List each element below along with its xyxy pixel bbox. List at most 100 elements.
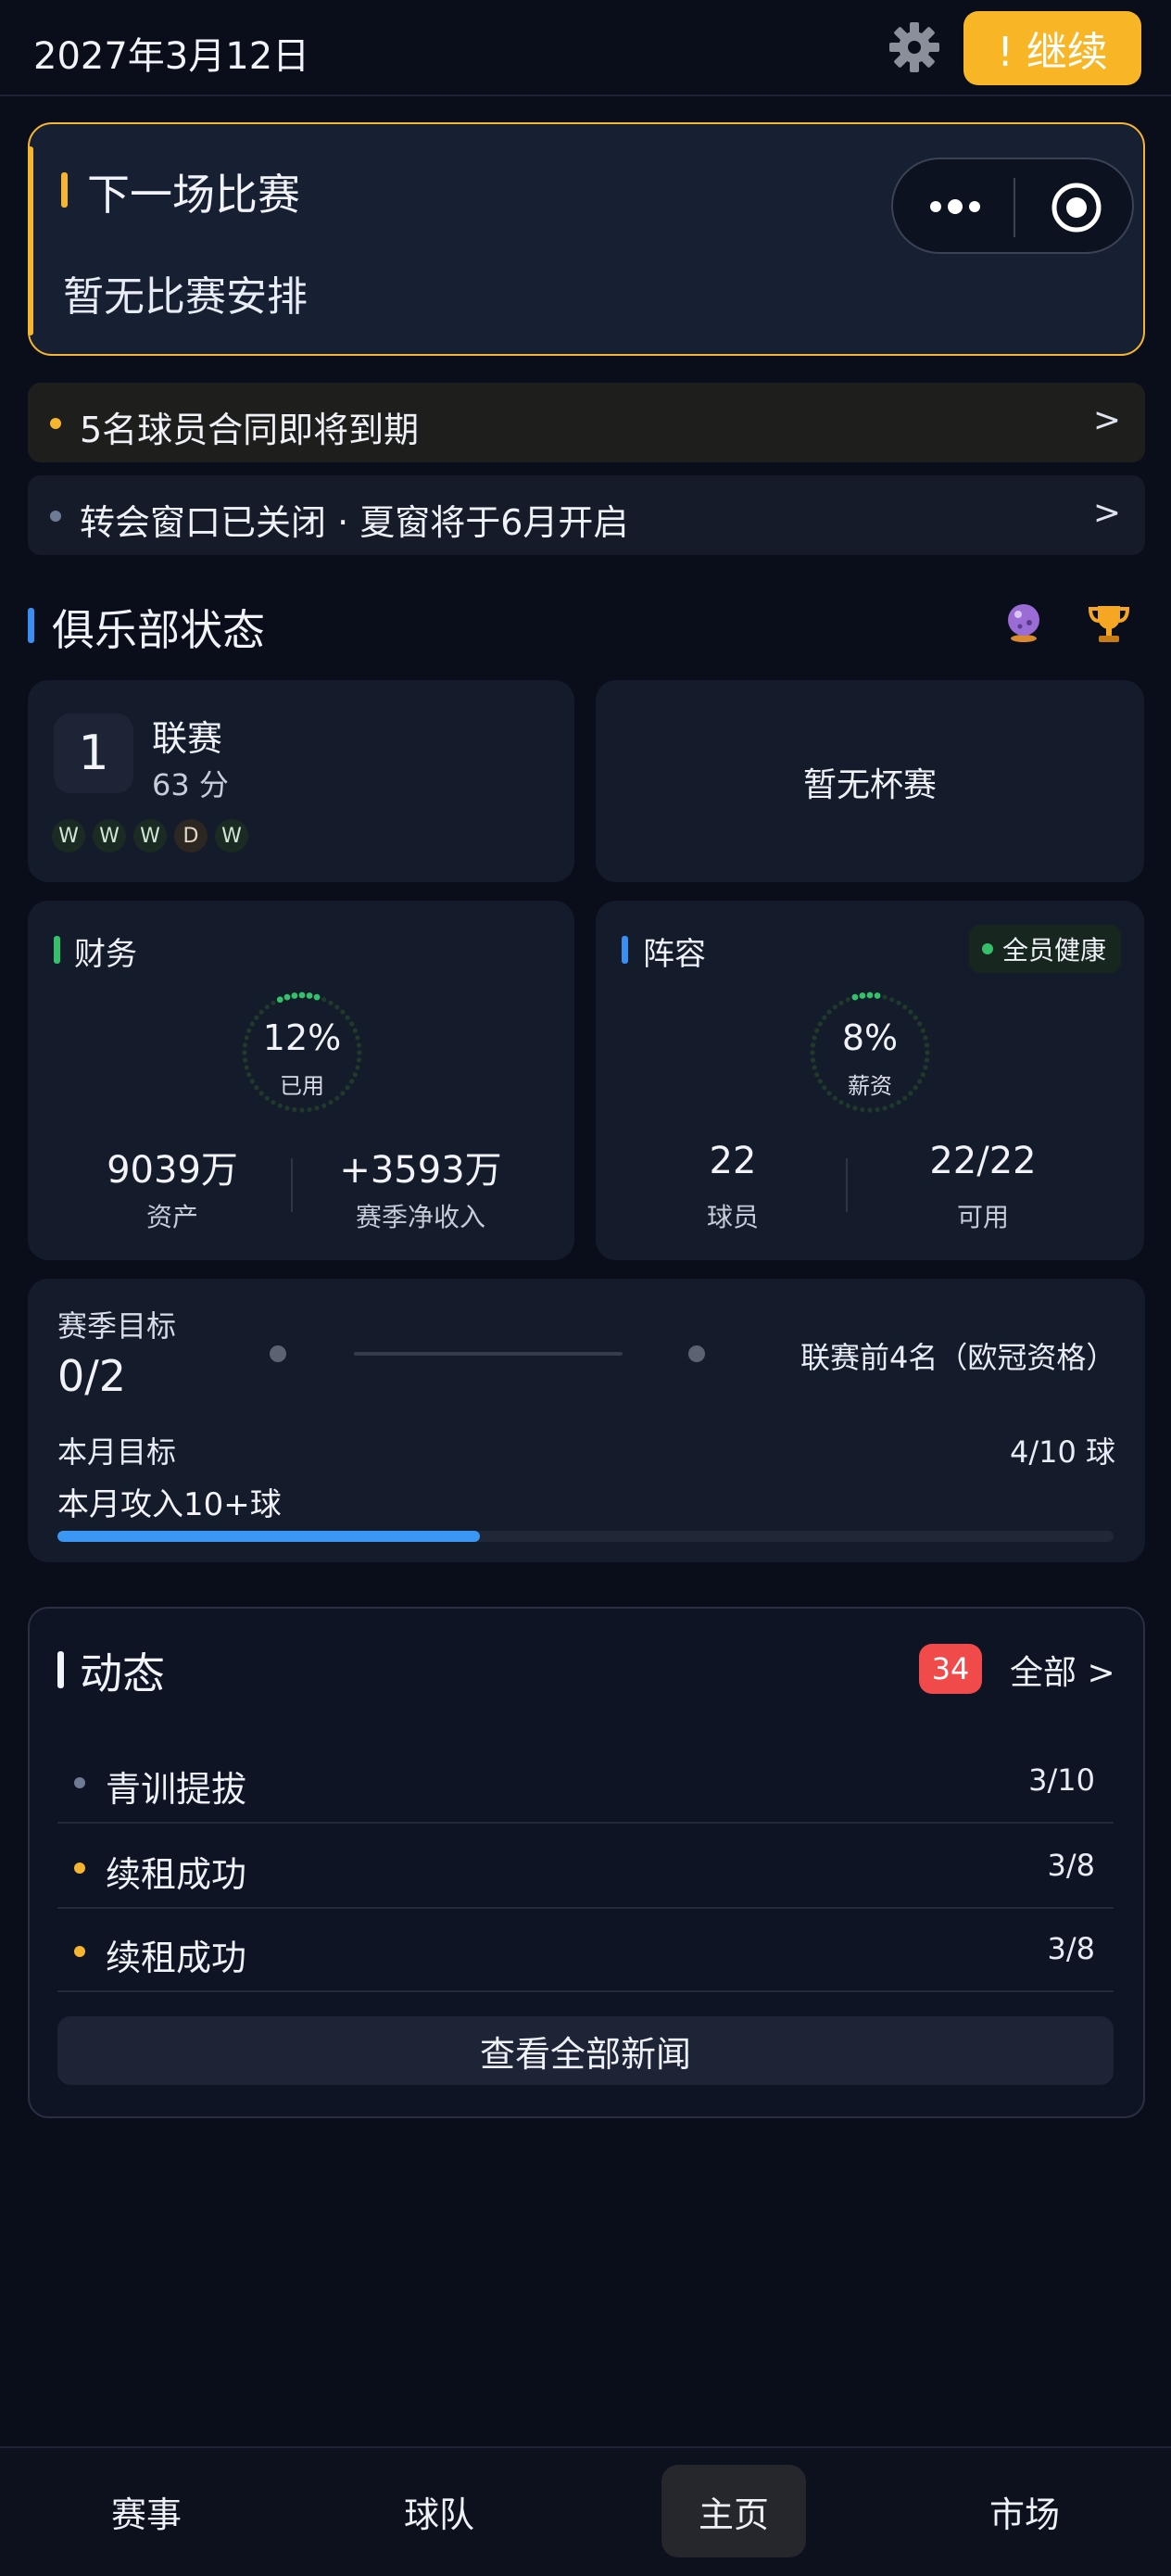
alert-text: 5名球员合同即将到期	[80, 410, 420, 450]
health-text: 全员健康	[1002, 935, 1107, 966]
gauge-dot	[321, 997, 327, 1003]
alert-transfer-window[interactable]: 转会窗口已关闭 · 夏窗将于6月开启 >	[28, 475, 1145, 555]
gauge-dot	[860, 1106, 865, 1113]
next-match-subtitle: 暂无比赛安排	[63, 273, 308, 321]
gauge-dot	[826, 1009, 832, 1015]
goal-step-line	[354, 1352, 623, 1356]
news-item-text: 青训提拔	[106, 1769, 247, 1810]
gauge-dot	[298, 991, 306, 999]
gauge-dot	[896, 1000, 901, 1005]
gauge-dot	[307, 1106, 312, 1113]
gauge-dot	[334, 1004, 340, 1010]
gauge-dot	[896, 1100, 901, 1105]
news-marker	[57, 1651, 64, 1688]
finance-gauge-label: 已用	[280, 1073, 324, 1099]
gauge-dot	[271, 1100, 276, 1105]
stat-divider	[291, 1158, 293, 1212]
gauge-dot	[908, 1009, 913, 1015]
news-item-text: 续租成功	[106, 1854, 247, 1895]
gauge-dot	[882, 1105, 888, 1111]
stat-divider	[846, 1158, 848, 1212]
more-icon[interactable]	[928, 193, 984, 224]
season-goal-target: 联赛前4名（欧冠资格）	[800, 1340, 1116, 1375]
news-item-count: 3/8	[1047, 1848, 1096, 1883]
news-dot	[74, 1863, 85, 1874]
title-marker	[61, 172, 68, 208]
chevron-right-icon: >	[1092, 401, 1121, 439]
close-target-icon[interactable]	[1051, 182, 1102, 234]
cup-status: 暂无杯赛	[802, 766, 937, 804]
finance-marker	[54, 936, 60, 964]
alert-contracts[interactable]: 5名球员合同即将到期 >	[28, 383, 1145, 462]
squad-title: 阵容	[643, 936, 706, 973]
form-result: W	[133, 819, 167, 852]
gauge-dot	[314, 1105, 320, 1111]
alert-text: 转会窗口已关闭 · 夏窗将于6月开启	[80, 502, 629, 543]
continue-label: ! 继续	[997, 29, 1108, 76]
gauge-dot	[859, 992, 866, 999]
gauge-dot	[838, 1000, 844, 1005]
news-title: 动态	[80, 1648, 165, 1698]
gauge-dot	[292, 1106, 297, 1113]
month-goal-progress	[57, 1531, 1114, 1542]
nav-tab-matches[interactable]: 赛事	[74, 2465, 219, 2557]
available-value: 22/22	[929, 1140, 1037, 1182]
health-dot	[982, 943, 993, 954]
squad-marker	[622, 936, 628, 964]
gauge-dot	[276, 996, 283, 1004]
continue-button[interactable]: ! 继续	[963, 11, 1141, 85]
recent-form: W W W D W	[52, 819, 248, 852]
gauge-dot	[306, 992, 313, 999]
squad-gauge-percent: 8%	[841, 1017, 899, 1058]
gauge-dot	[845, 997, 850, 1003]
nav-tab-market[interactable]: 市场	[952, 2465, 1097, 2557]
section-marker	[28, 608, 34, 643]
players-label: 球员	[706, 1202, 759, 1232]
gauge-dot	[867, 1107, 873, 1113]
season-goal-value: 0/2	[57, 1351, 127, 1401]
news-item[interactable]: 青训提拔 3/10	[57, 1738, 1114, 1824]
news-item-text: 续租成功	[106, 1938, 247, 1978]
squad-gauge-label: 薪资	[848, 1073, 892, 1099]
gauge-dot	[889, 1103, 895, 1108]
available-label: 可用	[956, 1202, 1009, 1232]
news-item-count: 3/10	[1028, 1762, 1095, 1798]
nav-tab-home[interactable]: 主页	[661, 2465, 806, 2557]
gauge-dot	[838, 1100, 844, 1105]
news-item-count: 3/8	[1047, 1931, 1096, 1966]
card-accent	[28, 146, 33, 335]
assets-value: 9039万	[107, 1149, 238, 1192]
gauge-dot	[277, 1103, 283, 1108]
gauge-dot	[321, 1103, 327, 1108]
gauge-dot	[264, 1004, 270, 1010]
mini-program-capsule	[891, 158, 1134, 254]
goal-step-dot	[270, 1345, 286, 1362]
crystal-ball-icon[interactable]	[1002, 600, 1045, 643]
league-points: 63 分	[152, 767, 229, 802]
news-item[interactable]: 续租成功 3/8	[57, 1824, 1114, 1909]
gauge-dot	[283, 993, 291, 1001]
view-all-news-button[interactable]: 查看全部新闻	[57, 2016, 1114, 2085]
progress-fill	[57, 1531, 480, 1542]
gauge-dot	[882, 994, 888, 1000]
alert-dot	[50, 418, 61, 429]
gauge-dot	[875, 1106, 880, 1113]
news-dot	[74, 1777, 85, 1788]
alert-dot	[50, 511, 61, 522]
news-count-badge: 34	[919, 1644, 982, 1694]
net-income-label: 赛季净收入	[355, 1202, 485, 1232]
net-income-value: +3593万	[339, 1149, 502, 1192]
form-result: W	[215, 819, 248, 852]
gauge-dot	[340, 1009, 346, 1015]
month-goal-text: 本月攻入10+球	[57, 1486, 282, 1523]
gauge-dot	[851, 993, 859, 1001]
gauge-dot	[291, 992, 298, 999]
gear-icon[interactable]	[886, 19, 943, 76]
nav-tab-team[interactable]: 球队	[367, 2465, 511, 2557]
news-item[interactable]: 续租成功 3/8	[57, 1907, 1114, 1992]
news-all-link[interactable]: 全部 >	[1010, 1646, 1115, 1694]
current-date: 2027年3月12日	[33, 35, 310, 78]
trophy-icon[interactable]	[1086, 600, 1132, 647]
club-status-title: 俱乐部状态	[52, 605, 265, 655]
league-label: 联赛	[152, 718, 223, 759]
